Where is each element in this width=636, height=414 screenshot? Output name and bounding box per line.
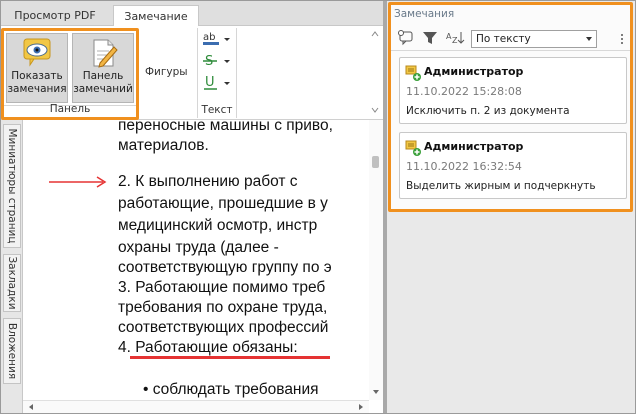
underline-icon[interactable]: U bbox=[202, 74, 232, 92]
app-window: Просмотр PDF Замечание Показать замечани… bbox=[0, 0, 636, 414]
doc-line: 3. Работающие помимо треб bbox=[118, 279, 326, 296]
sort-az-icon[interactable]: A Z bbox=[445, 29, 465, 47]
panel-options-icon[interactable] bbox=[618, 33, 626, 45]
strikethrough-icon[interactable]: S bbox=[202, 52, 232, 70]
doc-line: материалов. bbox=[118, 137, 209, 154]
add-comment-icon bbox=[404, 64, 422, 82]
doc-line: 2. К выполнению работ с bbox=[118, 173, 298, 190]
shapes-button[interactable]: Фигуры bbox=[145, 66, 188, 78]
comments-panel-label-2: замечаний bbox=[73, 83, 133, 95]
scrollbar-thumb[interactable] bbox=[372, 156, 379, 168]
side-tab-attachments[interactable]: Вложения bbox=[3, 318, 21, 384]
doc-line: медицинский осмотр, инстр bbox=[118, 217, 318, 234]
note-pencil-icon bbox=[86, 37, 120, 69]
ribbon-group-label-panel: Панель bbox=[49, 103, 91, 115]
vertical-scrollbar[interactable] bbox=[369, 120, 383, 400]
document-view[interactable]: переносные машины с приво, материалов. 2… bbox=[23, 120, 369, 400]
ribbon-group-label-text: Текст bbox=[201, 104, 233, 116]
comment-card[interactable]: Администратор 11.10.2022 16:32:54 Выдели… bbox=[399, 132, 627, 199]
eye-comment-icon bbox=[20, 37, 54, 69]
side-tab-thumbnails[interactable]: Миниатюры страниц bbox=[3, 124, 21, 248]
side-tab-thumbnails-label: Миниатюры страниц bbox=[6, 128, 18, 244]
ribbon-tab-bar: Просмотр PDF Замечание bbox=[1, 1, 383, 27]
highlight-text-icon[interactable]: ab bbox=[202, 30, 232, 48]
comment-text: Исключить п. 2 из документа bbox=[406, 105, 570, 117]
tab-pdf-view[interactable]: Просмотр PDF bbox=[5, 5, 105, 26]
comment-author: Администратор bbox=[424, 140, 524, 153]
side-tab-bookmarks[interactable]: Закладки bbox=[3, 254, 21, 312]
side-tab-bookmarks-label: Закладки bbox=[6, 256, 18, 310]
side-tab-strip: Миниатюры страниц Закладки Вложения bbox=[1, 120, 23, 413]
comment-settings-icon[interactable] bbox=[397, 29, 415, 47]
comment-date: 11.10.2022 15:28:08 bbox=[406, 85, 522, 98]
comments-toolbar: A Z По тексту bbox=[391, 25, 630, 51]
comment-author: Администратор bbox=[424, 65, 524, 78]
comments-panel-label-1: Панель bbox=[82, 70, 124, 82]
comments-sidebar: Замечания A Z По тексту Администратор 11… bbox=[387, 1, 635, 413]
doc-line: 4. Работающие обязаны: bbox=[118, 339, 298, 356]
sort-select-value: По тексту bbox=[476, 33, 531, 45]
show-comments-button[interactable]: Показать замечания bbox=[6, 33, 68, 103]
document-pane: Просмотр PDF Замечание Показать замечани… bbox=[1, 1, 383, 413]
doc-line: • соблюдать требования bbox=[143, 381, 319, 398]
add-comment-icon bbox=[404, 139, 422, 157]
doc-line: переносные машины с приво, bbox=[118, 120, 333, 134]
comments-panel: Замечания A Z По тексту Администратор 11… bbox=[388, 2, 633, 212]
panel-title: Замечания bbox=[394, 8, 455, 20]
scroll-down-icon[interactable] bbox=[371, 388, 381, 396]
svg-text:U: U bbox=[205, 75, 215, 90]
sort-select[interactable]: По тексту bbox=[471, 30, 597, 48]
side-tab-attachments-label: Вложения bbox=[6, 322, 18, 380]
svg-text:Z: Z bbox=[452, 36, 458, 45]
filter-icon[interactable] bbox=[421, 29, 439, 47]
doc-line: требования по охране труда, bbox=[118, 299, 328, 316]
scroll-right-icon[interactable] bbox=[357, 403, 365, 411]
doc-line: охраны труда (далее - bbox=[118, 239, 279, 256]
annotation-underline[interactable] bbox=[130, 356, 330, 359]
chevron-down-icon bbox=[586, 37, 592, 41]
horizontal-scrollbar[interactable] bbox=[23, 400, 369, 413]
comments-panel-button[interactable]: Панель замечаний bbox=[72, 33, 134, 103]
doc-line: соответствующих профессий bbox=[118, 319, 329, 336]
ribbon: Показать замечания Панель замечаний Пане… bbox=[1, 26, 383, 120]
show-comments-label-1: Показать bbox=[11, 70, 63, 82]
doc-line: работающие, прошедшие в у bbox=[118, 195, 328, 212]
svg-text:ab: ab bbox=[203, 32, 215, 43]
ribbon-group-panel: Показать замечания Панель замечаний Пане… bbox=[1, 28, 139, 120]
show-comments-label-2: замечания bbox=[7, 83, 67, 95]
comment-card[interactable]: Администратор 11.10.2022 15:28:08 Исключ… bbox=[399, 57, 627, 124]
comment-date: 11.10.2022 16:32:54 bbox=[406, 160, 522, 173]
scroll-left-icon[interactable] bbox=[27, 403, 35, 411]
doc-line: соответствующую группу по э bbox=[118, 259, 332, 276]
comment-text: Выделить жирным и подчеркнуть bbox=[406, 180, 596, 192]
tab-comment[interactable]: Замечание bbox=[113, 5, 199, 27]
ribbon-scroll-arrows[interactable] bbox=[369, 28, 381, 116]
ribbon-group-text: ab S U bbox=[197, 28, 237, 118]
annotation-arrow[interactable] bbox=[47, 172, 111, 192]
